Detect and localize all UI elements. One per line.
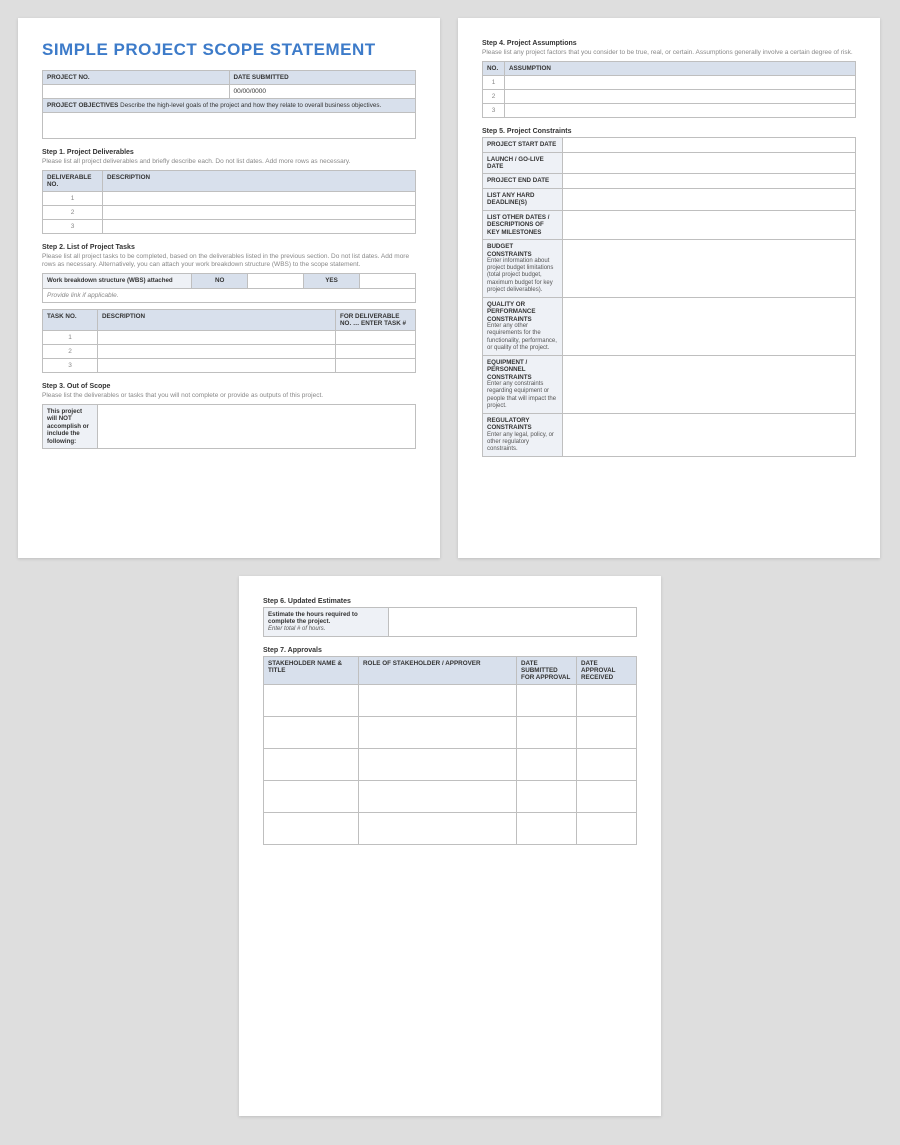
step1-desc: Please list all project deliverables and… — [42, 158, 416, 166]
out-of-scope-value[interactable] — [98, 404, 416, 448]
table-row: 2 — [43, 206, 416, 220]
row-budget: BUDGET CONSTRAINTSEnter information abou… — [483, 240, 563, 298]
col-deliverable-no: DELIVERABLE NO. — [43, 171, 103, 192]
col-name: STAKEHOLDER NAME & TITLE — [264, 657, 359, 685]
objectives-label: PROJECT OBJECTIVES — [47, 102, 118, 109]
estimates-table: Estimate the hours required to complete … — [263, 607, 637, 637]
col-description: DESCRIPTION — [103, 171, 416, 192]
row-end: PROJECT END DATE — [483, 174, 563, 188]
step2-desc: Please list all project tasks to be comp… — [42, 253, 416, 269]
out-of-scope-label: This project will NOT accomplish or incl… — [43, 404, 98, 448]
col-assumption: ASSUMPTION — [505, 62, 856, 76]
page-1: SIMPLE PROJECT SCOPE STATEMENT PROJECT N… — [18, 18, 440, 558]
estimate-value[interactable] — [389, 608, 637, 637]
table-row: 3 — [43, 220, 416, 234]
assumptions-table: NO. ASSUMPTION 1 2 3 — [482, 61, 856, 118]
deliverables-table: DELIVERABLE NO. DESCRIPTION 1 2 3 — [42, 170, 416, 234]
step3-title: Step 3. Out of Scope — [42, 383, 416, 390]
wbs-table: Work breakdown structure (WBS) attached … — [42, 273, 416, 302]
document-title: SIMPLE PROJECT SCOPE STATEMENT — [42, 40, 416, 60]
wbs-attached-label: Work breakdown structure (WBS) attached — [43, 274, 192, 288]
table-row — [264, 717, 637, 749]
yes-value[interactable] — [360, 274, 416, 288]
yes-label: YES — [304, 274, 360, 288]
objectives-row: PROJECT OBJECTIVES Describe the high-lev… — [43, 99, 416, 113]
tasks-table: TASK NO. DESCRIPTION FOR DELIVERABLE NO.… — [42, 309, 416, 373]
col-for-deliv: FOR DELIVERABLE NO. … ENTER TASK # — [336, 309, 416, 330]
step7-title: Step 7. Approvals — [263, 647, 637, 654]
col-task-desc: DESCRIPTION — [98, 309, 336, 330]
table-row: 1 — [483, 76, 856, 90]
date-submitted-value[interactable]: 00/00/0000 — [229, 85, 416, 99]
objectives-hint: Describe the high-level goals of the pro… — [120, 102, 381, 109]
out-of-scope-table: This project will NOT accomplish or incl… — [42, 404, 416, 449]
step1-title: Step 1. Project Deliverables — [42, 149, 416, 156]
table-row: 2 — [43, 344, 416, 358]
step3-desc: Please list the deliverables or tasks th… — [42, 392, 416, 400]
no-value[interactable] — [248, 274, 304, 288]
project-no-label: PROJECT NO. — [43, 71, 230, 85]
table-row — [264, 685, 637, 717]
objectives-value[interactable] — [43, 113, 416, 139]
project-no-value[interactable] — [43, 85, 230, 99]
col-task-no: TASK NO. — [43, 309, 98, 330]
col-role: ROLE OF STAKEHOLDER / APPROVER — [359, 657, 517, 685]
page-2: Step 4. Project Assumptions Please list … — [458, 18, 880, 558]
page-3: Step 6. Updated Estimates Estimate the h… — [239, 576, 661, 1116]
row-quality: QUALITY OR PERFORMANCE CONSTRAINTSEnter … — [483, 297, 563, 355]
header-table: PROJECT NO. DATE SUBMITTED 00/00/0000 PR… — [42, 70, 416, 139]
table-row — [264, 781, 637, 813]
step2-title: Step 2. List of Project Tasks — [42, 244, 416, 251]
step5-title: Step 5. Project Constraints — [482, 128, 856, 135]
table-row — [264, 749, 637, 781]
table-row — [264, 813, 637, 845]
table-row: 2 — [483, 90, 856, 104]
row-equip: EQUIPMENT / PERSONNEL CONSTRAINTSEnter a… — [483, 355, 563, 413]
row-reg: REGULATORY CONSTRAINTSEnter any legal, p… — [483, 414, 563, 457]
estimate-label: Estimate the hours required to complete … — [264, 608, 389, 637]
date-submitted-label: DATE SUBMITTED — [229, 71, 416, 85]
provide-link[interactable]: Provide link if applicable. — [43, 288, 416, 302]
table-row: 1 — [43, 330, 416, 344]
row-hard: LIST ANY HARD DEADLINE(S) — [483, 188, 563, 210]
step4-title: Step 4. Project Assumptions — [482, 40, 856, 47]
row-launch: LAUNCH / GO-LIVE DATE — [483, 152, 563, 174]
constraints-table: PROJECT START DATE LAUNCH / GO-LIVE DATE… — [482, 137, 856, 457]
table-row: 1 — [43, 192, 416, 206]
approvals-table: STAKEHOLDER NAME & TITLE ROLE OF STAKEHO… — [263, 656, 637, 845]
table-row: 3 — [483, 104, 856, 118]
col-no: NO. — [483, 62, 505, 76]
step4-desc: Please list any project factors that you… — [482, 49, 856, 57]
row-other: LIST OTHER DATES / DESCRIPTIONS OF KEY M… — [483, 210, 563, 239]
table-row: 3 — [43, 358, 416, 372]
col-received: DATE APPROVAL RECEIVED — [577, 657, 637, 685]
no-label: NO — [192, 274, 248, 288]
row-start: PROJECT START DATE — [483, 138, 563, 152]
step6-title: Step 6. Updated Estimates — [263, 598, 637, 605]
col-submitted: DATE SUBMITTED FOR APPROVAL — [517, 657, 577, 685]
